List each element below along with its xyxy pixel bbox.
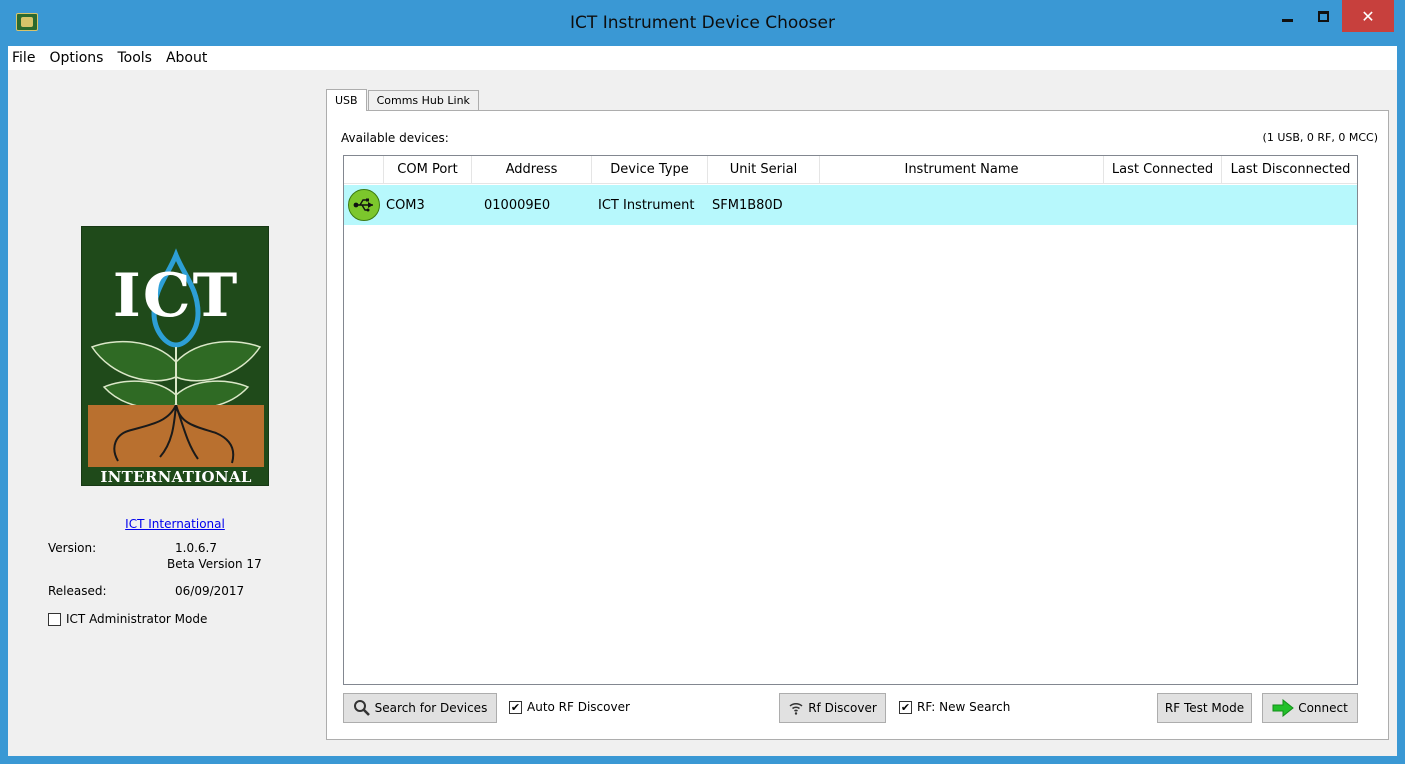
rf-new-search-label: RF: New Search xyxy=(917,700,1011,714)
tab-strip: USB Comms Hub Link xyxy=(326,88,480,111)
admin-mode-checkbox-box[interactable] xyxy=(48,612,61,626)
version-beta: Beta Version 17 xyxy=(167,557,262,571)
col-icon[interactable] xyxy=(344,156,384,183)
about-panel: ICT INTERNATIONAL ICT International Vers… xyxy=(8,70,318,756)
maximize-button[interactable] xyxy=(1308,0,1338,32)
rf-new-search-box[interactable]: ✔ xyxy=(899,700,912,714)
logo-text: ICT xyxy=(112,261,240,331)
connect-label: Connect xyxy=(1298,701,1348,715)
admin-mode-checkbox[interactable]: ICT Administrator Mode xyxy=(48,612,207,626)
device-list[interactable]: COM Port Address Device Type Unit Serial… xyxy=(343,155,1358,685)
window-title: ICT Instrument Device Chooser xyxy=(570,13,835,33)
tab-usb[interactable]: USB xyxy=(326,89,367,111)
logo-band-text: INTERNATIONAL xyxy=(82,467,268,485)
address-cell: 010009E0 xyxy=(484,197,551,213)
search-for-devices-button[interactable]: Search for Devices xyxy=(343,693,497,723)
com-port-cell: COM3 xyxy=(386,197,425,213)
title-bar[interactable]: ICT Instrument Device Chooser ✕ xyxy=(0,0,1405,46)
col-unit-serial[interactable]: Unit Serial xyxy=(708,156,820,183)
connect-button[interactable]: Connect xyxy=(1262,693,1358,723)
auto-rf-discover-label: Auto RF Discover xyxy=(527,700,630,714)
version-value: 1.0.6.7 xyxy=(175,541,217,555)
close-icon: ✕ xyxy=(1361,6,1375,26)
col-device-type[interactable]: Device Type xyxy=(592,156,708,183)
client-area: File Options Tools About ICT INTERNATION… xyxy=(8,46,1397,756)
usb-tab-page: Available devices: (1 USB, 0 RF, 0 MCC) … xyxy=(326,110,1389,740)
version-label: Version: xyxy=(48,541,97,555)
menu-file[interactable]: File xyxy=(8,50,42,66)
rf-discover-button[interactable]: Rf Discover xyxy=(779,693,886,723)
col-instrument-name[interactable]: Instrument Name xyxy=(820,156,1104,183)
roots-icon xyxy=(113,404,235,464)
ict-international-link[interactable]: ICT International xyxy=(81,517,269,531)
menu-bar: File Options Tools About xyxy=(8,46,1397,70)
close-button[interactable]: ✕ xyxy=(1342,0,1394,32)
search-icon xyxy=(353,699,371,717)
device-count: (1 USB, 0 RF, 0 MCC) xyxy=(1262,131,1378,144)
table-row[interactable]: COM3 010009E0 ICT Instrument SFM1B80D xyxy=(344,185,1357,225)
logo-soil xyxy=(88,404,264,467)
tab-comms-hub-link[interactable]: Comms Hub Link xyxy=(367,90,479,110)
menu-options[interactable]: Options xyxy=(42,50,110,66)
rf-discover-label: Rf Discover xyxy=(808,701,877,715)
auto-rf-discover-box[interactable]: ✔ xyxy=(509,700,522,714)
rf-test-mode-button[interactable]: RF Test Mode xyxy=(1157,693,1252,723)
auto-rf-discover-checkbox[interactable]: ✔ Auto RF Discover xyxy=(509,700,630,714)
unit-serial-cell: SFM1B80D xyxy=(712,197,783,213)
rf-new-search-checkbox[interactable]: ✔ RF: New Search xyxy=(899,700,1010,714)
usb-icon xyxy=(348,189,380,221)
col-last-connected[interactable]: Last Connected xyxy=(1104,156,1222,183)
menu-tools[interactable]: Tools xyxy=(110,50,159,66)
admin-mode-label: ICT Administrator Mode xyxy=(66,612,208,626)
col-com-port[interactable]: COM Port xyxy=(384,156,472,183)
device-list-header: COM Port Address Device Type Unit Serial… xyxy=(344,156,1357,184)
menu-about[interactable]: About xyxy=(159,50,214,66)
minimize-button[interactable] xyxy=(1272,0,1302,32)
app-window: ICT Instrument Device Chooser ✕ File Opt… xyxy=(0,0,1405,764)
available-devices-label: Available devices: xyxy=(341,131,449,145)
col-address[interactable]: Address xyxy=(472,156,592,183)
released-value: 06/09/2017 xyxy=(175,584,245,598)
ict-logo: ICT INTERNATIONAL xyxy=(81,226,269,486)
row-icon-cell xyxy=(344,189,384,221)
device-type-cell: ICT Instrument xyxy=(598,197,695,213)
search-for-devices-label: Search for Devices xyxy=(374,701,488,715)
maximize-icon xyxy=(1317,10,1329,22)
arrow-right-icon xyxy=(1272,699,1294,717)
col-last-disconnected[interactable]: Last Disconnected xyxy=(1222,156,1357,183)
released-label: Released: xyxy=(48,584,107,598)
wifi-icon xyxy=(788,700,804,716)
minimize-icon xyxy=(1281,18,1293,22)
